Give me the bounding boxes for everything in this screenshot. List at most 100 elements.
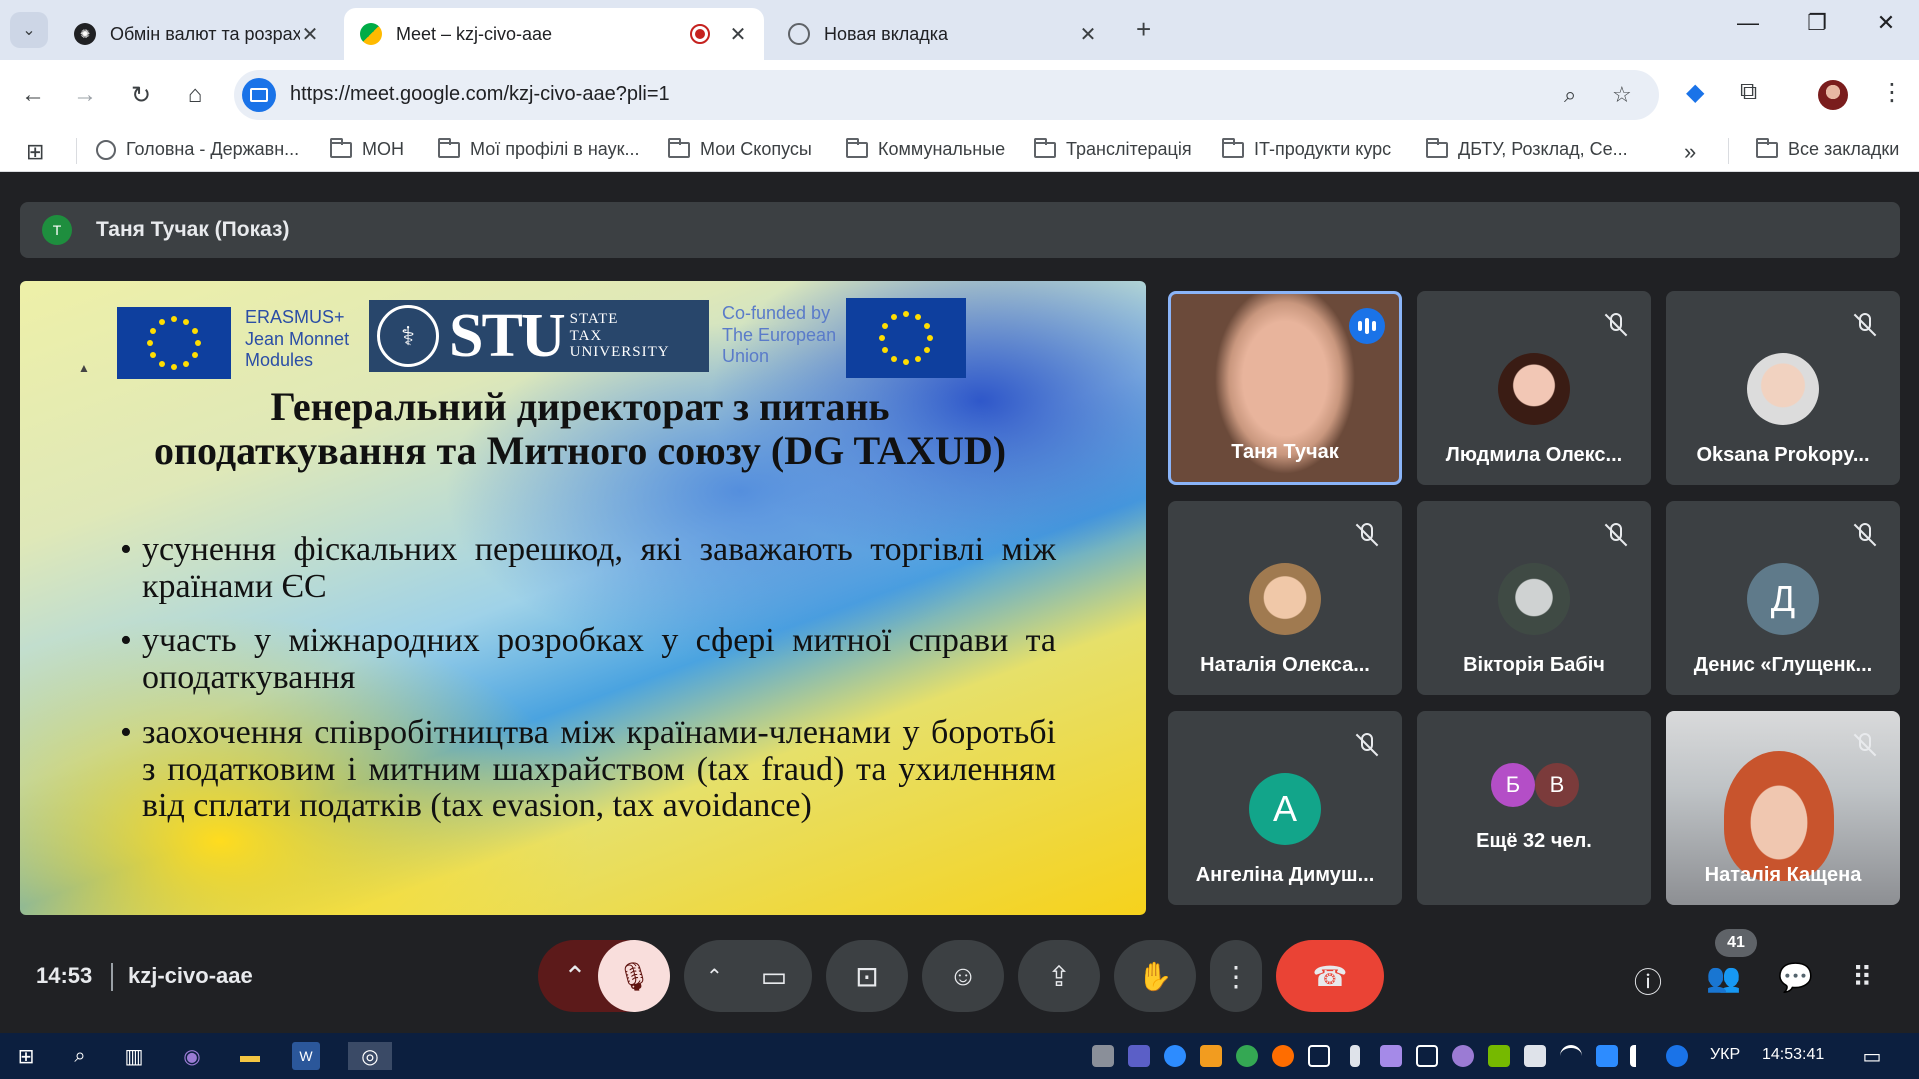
bookmark-item[interactable]: Головна - Державн... bbox=[96, 139, 299, 160]
star-icon bbox=[171, 364, 177, 370]
battery-icon[interactable] bbox=[1308, 1045, 1330, 1067]
nvidia-icon[interactable] bbox=[1488, 1045, 1510, 1067]
shared-screen: ERASMUS+ Jean Monnet Modules ⚕ STU STATE… bbox=[20, 281, 1146, 915]
display-icon[interactable] bbox=[1416, 1045, 1438, 1067]
participant-tile[interactable]: Oksana Prokopy... bbox=[1666, 291, 1900, 485]
bookmark-item[interactable]: МОН bbox=[330, 137, 404, 160]
participant-tile[interactable]: Д Денис «Глущенк... bbox=[1666, 501, 1900, 695]
apps-grid-icon[interactable]: ⊞ bbox=[26, 139, 44, 165]
more-participants-tile[interactable]: Б В Ещё 32 чел. bbox=[1417, 711, 1651, 905]
more-options-button[interactable]: ⋮ bbox=[1210, 940, 1262, 1012]
extensions-puzzle-icon[interactable]: ⧉ bbox=[1740, 78, 1757, 106]
star-icon bbox=[183, 319, 189, 326]
home-button[interactable]: ⌂ bbox=[178, 78, 212, 112]
app-tray-icon[interactable] bbox=[1200, 1045, 1222, 1067]
language-indicator[interactable]: УКР bbox=[1710, 1046, 1740, 1064]
star-icon bbox=[159, 319, 165, 326]
minimize-button[interactable]: — bbox=[1728, 10, 1768, 36]
participant-tile[interactable]: Вікторія Бабіч bbox=[1417, 501, 1651, 695]
taskbar: ⊞ ⌕ ▥ ◉ ▬ W ◎ УКР 14:53:41 ▭ bbox=[0, 1033, 1919, 1079]
divider bbox=[76, 138, 77, 164]
skype-icon[interactable] bbox=[1092, 1045, 1114, 1067]
chrome-icon[interactable]: ◎ bbox=[348, 1042, 392, 1070]
avatar[interactable] bbox=[1818, 80, 1848, 110]
mic-off-button[interactable]: 🎙 bbox=[598, 940, 670, 1012]
people-icon[interactable]: 👥 bbox=[1706, 961, 1741, 994]
close-icon[interactable]: ✕ bbox=[1078, 22, 1098, 47]
cursor-icon: ▲ bbox=[78, 361, 90, 375]
shield-icon[interactable] bbox=[1524, 1045, 1546, 1067]
raise-hand-button[interactable]: ✋ bbox=[1114, 940, 1196, 1012]
bookmark-item[interactable]: Коммунальные bbox=[846, 137, 1005, 160]
avatar bbox=[1498, 353, 1570, 425]
chevron-right-icon[interactable]: » bbox=[1684, 139, 1696, 165]
activities-grid-icon[interactable]: ⠿ bbox=[1852, 961, 1873, 994]
stu-logo: ⚕ STU STATE TAX UNIVERSITY bbox=[369, 300, 709, 372]
all-bookmarks[interactable]: Все закладки bbox=[1756, 137, 1899, 160]
bookmark-item[interactable]: Мої профілі в наук... bbox=[438, 137, 639, 160]
microphone-icon[interactable] bbox=[1350, 1045, 1360, 1067]
bookmark-item[interactable]: ДБТУ, Розклад, Се... bbox=[1426, 137, 1628, 160]
zoom-icon[interactable]: ⌕ bbox=[1564, 82, 1576, 108]
bookmark-item[interactable]: IT-продукти курс bbox=[1222, 137, 1391, 160]
site-info-icon[interactable] bbox=[242, 78, 276, 112]
bookmark-item[interactable]: Транслітерація bbox=[1034, 137, 1192, 160]
close-icon[interactable]: ✕ bbox=[300, 22, 320, 47]
tab-currency[interactable]: ✺ Обмін валют та розрахунок ✕ bbox=[58, 8, 336, 60]
avatar bbox=[1747, 353, 1819, 425]
bookmark-star-icon[interactable]: ☆ bbox=[1612, 82, 1632, 108]
chrome-tray-icon[interactable] bbox=[1236, 1045, 1258, 1067]
bookmark-item[interactable]: Мои Скопусы bbox=[668, 137, 812, 160]
seal-icon: ⚕ bbox=[377, 305, 439, 367]
participant-tile[interactable]: Людмила Олекс... bbox=[1417, 291, 1651, 485]
present-button[interactable]: ⇪ bbox=[1018, 940, 1100, 1012]
chat-icon[interactable]: 💬 bbox=[1778, 961, 1813, 994]
forward-button[interactable]: → bbox=[68, 78, 102, 112]
file-explorer-icon[interactable]: ▬ bbox=[236, 1042, 264, 1070]
volume-icon[interactable] bbox=[1630, 1045, 1652, 1067]
zoom-icon[interactable] bbox=[1164, 1045, 1186, 1067]
camera-button[interactable]: ⌃ ▭ bbox=[684, 940, 812, 1012]
close-window-button[interactable]: ✕ bbox=[1866, 10, 1906, 36]
task-view-icon[interactable]: ▥ bbox=[120, 1042, 148, 1070]
reload-button[interactable]: ↻ bbox=[124, 78, 158, 112]
eu-flag-icon bbox=[117, 307, 231, 379]
viber-tray-icon[interactable] bbox=[1452, 1045, 1474, 1067]
tab-meet[interactable]: Meet – kzj-civo-aae ✕ bbox=[344, 8, 764, 60]
app-tray-icon[interactable] bbox=[1272, 1045, 1294, 1067]
star-icon bbox=[915, 355, 921, 362]
search-icon[interactable]: ⌕ bbox=[66, 1042, 94, 1070]
address-bar[interactable]: https://meet.google.com/kzj-civo-aae?pli… bbox=[234, 70, 1659, 120]
eu-stars bbox=[878, 310, 934, 366]
menu-kebab-icon[interactable]: ⋮ bbox=[1880, 78, 1904, 107]
teams-icon[interactable] bbox=[1128, 1045, 1150, 1067]
network-icon[interactable] bbox=[1596, 1045, 1618, 1067]
back-button[interactable]: ← bbox=[16, 78, 50, 112]
pen-icon[interactable] bbox=[1380, 1045, 1402, 1067]
slide-bullets: усунення фіскальних перешкод, які заважа… bbox=[120, 531, 1056, 843]
windows-start-icon[interactable]: ⊞ bbox=[12, 1042, 40, 1070]
participant-tile[interactable]: Наталія Кащена bbox=[1666, 711, 1900, 905]
captions-button[interactable]: ⊡ bbox=[826, 940, 908, 1012]
system-clock[interactable]: 14:53:41 bbox=[1762, 1046, 1824, 1064]
new-tab-button[interactable]: + bbox=[1136, 14, 1151, 45]
end-call-button[interactable]: ☎ bbox=[1276, 940, 1384, 1012]
info-icon[interactable]: ⓘ bbox=[1634, 961, 1662, 1001]
bluetooth-icon[interactable] bbox=[1666, 1045, 1688, 1067]
viber-icon[interactable]: ◉ bbox=[178, 1042, 206, 1070]
chevron-down-icon: ⌄ bbox=[22, 22, 36, 39]
participant-tile[interactable]: A Ангеліна Димуш... bbox=[1168, 711, 1402, 905]
avatar: В bbox=[1535, 763, 1579, 807]
notifications-icon[interactable]: ▭ bbox=[1858, 1042, 1886, 1070]
tab-new[interactable]: Новая вкладка ✕ bbox=[772, 8, 1114, 60]
word-icon[interactable]: W bbox=[292, 1042, 320, 1070]
participant-tile[interactable]: Наталія Олекса... bbox=[1168, 501, 1402, 695]
wifi-icon[interactable] bbox=[1560, 1045, 1582, 1067]
reactions-button[interactable]: ☺ bbox=[922, 940, 1004, 1012]
tab-title: Новая вкладка bbox=[824, 23, 949, 44]
extension-icon[interactable]: ◆ bbox=[1686, 78, 1704, 107]
restore-button[interactable]: ❐ bbox=[1797, 10, 1837, 36]
participant-tile[interactable]: Таня Тучак bbox=[1168, 291, 1402, 485]
close-icon[interactable]: ✕ bbox=[728, 22, 748, 47]
tab-search-button[interactable]: ⌄ bbox=[10, 12, 48, 48]
